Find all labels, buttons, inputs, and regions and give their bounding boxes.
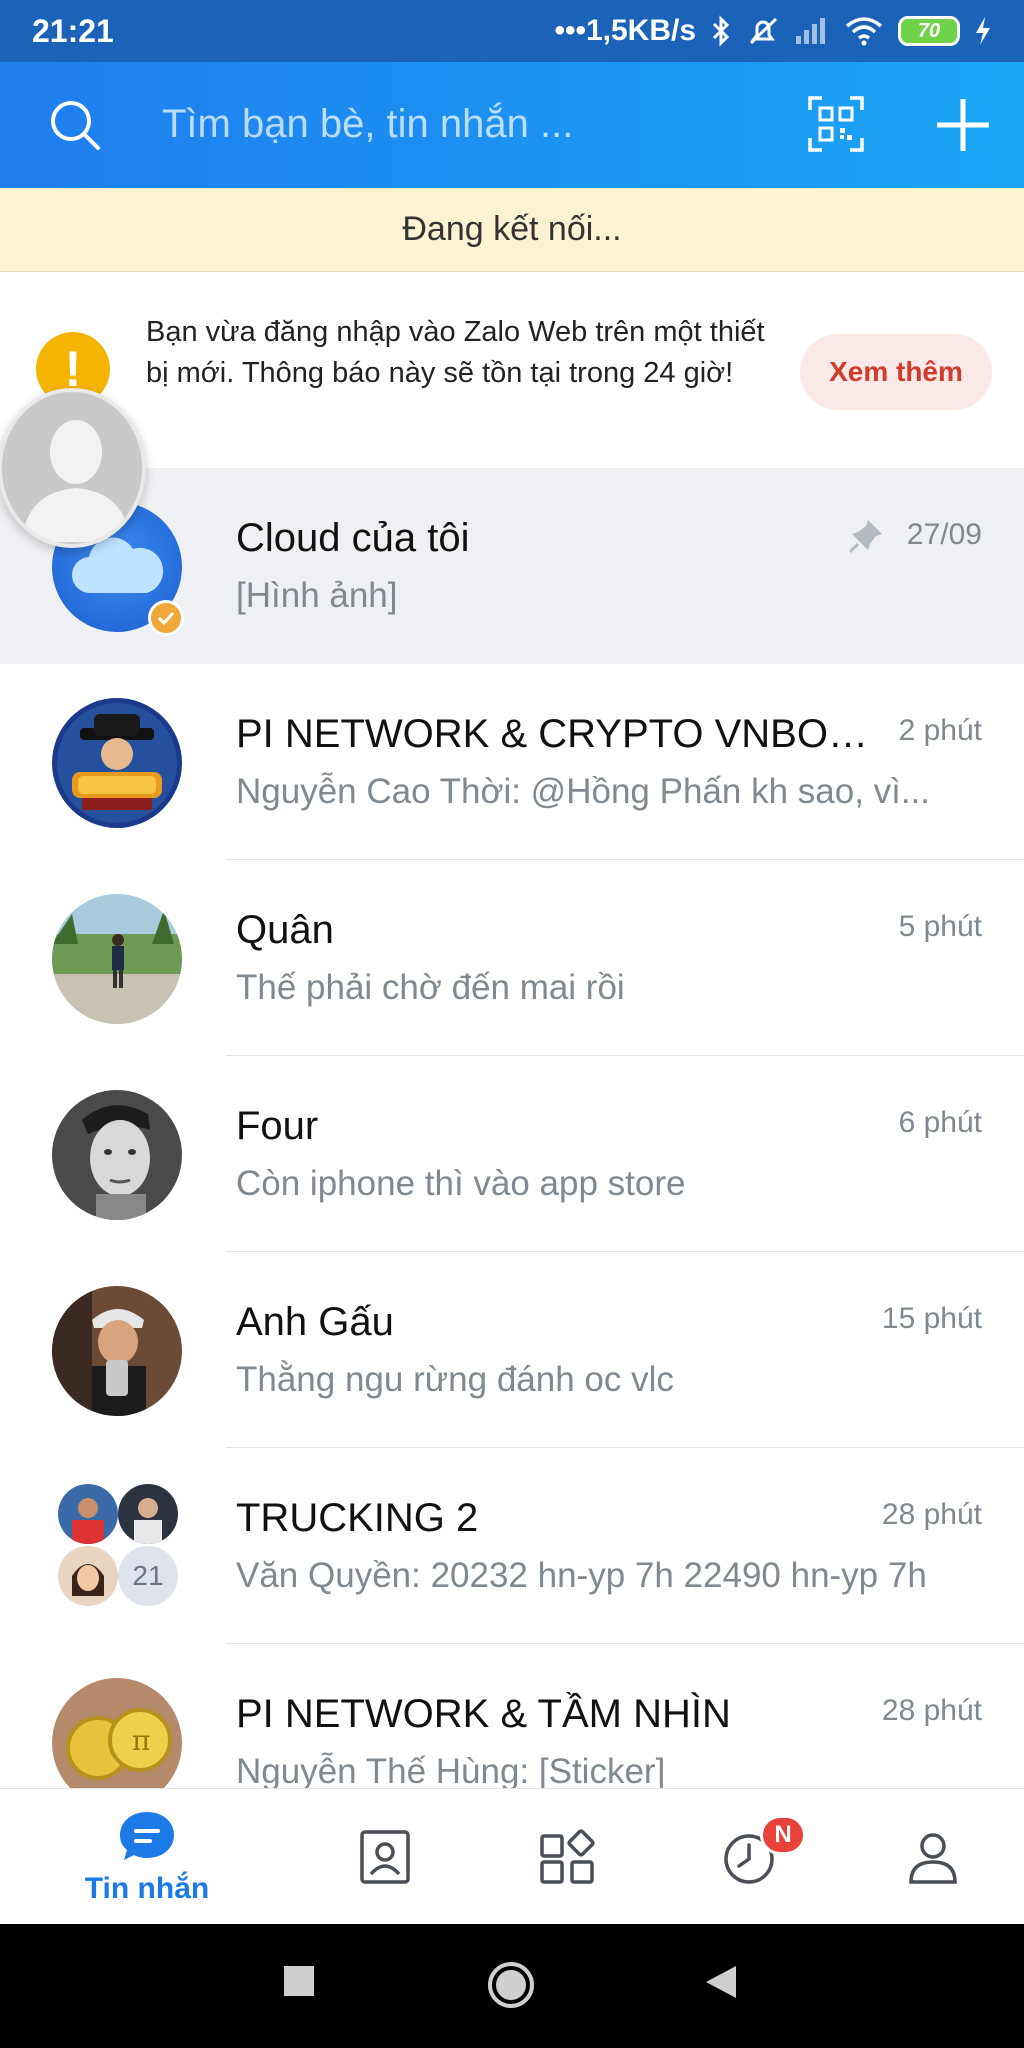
plus-icon[interactable] bbox=[934, 96, 992, 154]
chat-bubble-icon bbox=[120, 1812, 174, 1860]
bluetooth-icon bbox=[712, 15, 730, 47]
top-header: Tìm bạn bè, tin nhắn ... bbox=[0, 62, 1024, 188]
chat-name: Cloud của tôi bbox=[236, 516, 470, 560]
group-member-avatar bbox=[58, 1484, 118, 1544]
connection-status-text: Đang kết nối... bbox=[402, 210, 622, 248]
qr-code-icon[interactable] bbox=[808, 96, 864, 152]
chat-row-cloud[interactable]: Cloud của tôi [Hình ảnh] 27/09 bbox=[0, 468, 1024, 664]
signal-icon bbox=[796, 18, 825, 44]
chat-preview: Nguyễn Thế Hùng: [Sticker] bbox=[236, 1752, 666, 1788]
verified-badge bbox=[148, 600, 184, 636]
back-icon[interactable] bbox=[704, 1964, 738, 2000]
chat-preview: Thằng ngu rừng đánh oc vlc bbox=[236, 1360, 674, 1399]
chat-preview: Còn iphone thì vào app store bbox=[236, 1164, 686, 1203]
chat-name: PI NETWORK & CRYPTO VNBOS... bbox=[236, 712, 876, 756]
chat-row-pi-network-tam-nhin[interactable]: π PI NETWORK & TẦM NHÌN Nguyễn Thế Hùng:… bbox=[0, 1644, 1024, 1788]
search-input[interactable]: Tìm bạn bè, tin nhắn ... bbox=[162, 102, 573, 147]
chat-preview: Thế phải chờ đến mai rồi bbox=[236, 968, 625, 1007]
recent-apps-icon[interactable] bbox=[282, 1964, 316, 1998]
chat-row-trucking-2[interactable]: 21 TRUCKING 2 Văn Quyền: 20232 hn-yp 7h … bbox=[0, 1448, 1024, 1644]
login-notice: ! Bạn vừa đăng nhập vào Zalo Web trên mộ… bbox=[0, 272, 1024, 468]
connection-status-banner: Đang kết nối... bbox=[0, 188, 1024, 272]
tab-timeline[interactable]: N bbox=[664, 1789, 834, 1925]
chat-list: Cloud của tôi [Hình ảnh] 27/09 PI NETWOR… bbox=[0, 468, 1024, 1788]
avatar bbox=[52, 894, 182, 1024]
chat-time: 28 phút bbox=[881, 1498, 982, 1531]
chat-preview: Văn Quyền: 20232 hn-yp 7h 22490 hn-yp 7h bbox=[236, 1556, 927, 1595]
avatar: π bbox=[52, 1678, 182, 1788]
chat-time: 15 phút bbox=[881, 1302, 982, 1335]
chat-name: Anh Gấu bbox=[236, 1300, 394, 1344]
bottom-navigation: Tin nhắn N bbox=[0, 1788, 1024, 1924]
chat-name: TRUCKING 2 bbox=[236, 1496, 479, 1540]
chat-preview: [Hình ảnh] bbox=[236, 576, 398, 615]
chat-time: 28 phút bbox=[881, 1694, 982, 1727]
status-bar: 21:21 •••1,5KB/s 70 bbox=[0, 0, 1024, 62]
chat-time: 6 phút bbox=[898, 1106, 982, 1139]
network-speed: •••1,5KB/s bbox=[554, 14, 696, 47]
chat-row-anh-gau[interactable]: Anh Gấu Thằng ngu rừng đánh oc vlc 15 ph… bbox=[0, 1252, 1024, 1448]
charging-icon bbox=[976, 17, 990, 45]
tab-contacts[interactable] bbox=[300, 1789, 470, 1925]
chat-row-pi-network-crypto[interactable]: PI NETWORK & CRYPTO VNBOS... Nguyễn Cao … bbox=[0, 664, 1024, 860]
chat-row-four[interactable]: Four Còn iphone thì vào app store 6 phút bbox=[0, 1056, 1024, 1252]
avatar bbox=[52, 698, 182, 828]
svg-text:π: π bbox=[132, 1724, 150, 1757]
chat-time: 2 phút bbox=[898, 714, 982, 747]
contacts-icon bbox=[360, 1830, 410, 1884]
tab-messages[interactable]: Tin nhắn bbox=[62, 1789, 232, 1925]
see-more-button[interactable]: Xem thêm bbox=[800, 334, 992, 410]
apps-grid-icon bbox=[540, 1829, 595, 1884]
chat-time: 5 phút bbox=[898, 910, 982, 943]
login-notice-text: Bạn vừa đăng nhập vào Zalo Web trên một … bbox=[146, 316, 765, 389]
mute-icon bbox=[749, 17, 778, 45]
chat-row-quan[interactable]: Quân Thế phải chờ đến mai rồi 5 phút bbox=[0, 860, 1024, 1056]
android-navigation-bar bbox=[0, 1924, 1024, 2048]
tab-profile[interactable] bbox=[848, 1789, 1018, 1925]
profile-icon bbox=[909, 1833, 957, 1884]
chat-name: Quân bbox=[236, 908, 334, 952]
home-icon[interactable] bbox=[486, 1960, 536, 2010]
avatar bbox=[52, 1286, 182, 1416]
chat-preview: Nguyễn Cao Thời: @Hồng Phấn kh sao, vì..… bbox=[236, 772, 931, 811]
battery-indicator: 70 bbox=[898, 16, 960, 46]
timeline-new-badge: N bbox=[760, 1815, 806, 1855]
wifi-icon bbox=[845, 17, 883, 46]
group-member-count: 21 bbox=[118, 1546, 178, 1606]
search-icon[interactable] bbox=[48, 98, 102, 152]
status-indicators: •••1,5KB/s 70 bbox=[554, 14, 992, 48]
group-member-avatar bbox=[118, 1484, 178, 1544]
tab-discover[interactable] bbox=[482, 1789, 652, 1925]
chat-time: 27/09 bbox=[906, 518, 982, 551]
group-member-avatar bbox=[58, 1546, 118, 1606]
pin-icon bbox=[848, 520, 882, 554]
avatar bbox=[52, 1090, 182, 1220]
tab-messages-label: Tin nhắn bbox=[84, 1872, 210, 1905]
chat-name: PI NETWORK & TẦM NHÌN bbox=[236, 1692, 731, 1736]
group-avatar: 21 bbox=[52, 1482, 182, 1612]
floating-chat-head-avatar[interactable] bbox=[0, 388, 146, 548]
chat-name: Four bbox=[236, 1104, 319, 1148]
status-time: 21:21 bbox=[32, 12, 114, 49]
